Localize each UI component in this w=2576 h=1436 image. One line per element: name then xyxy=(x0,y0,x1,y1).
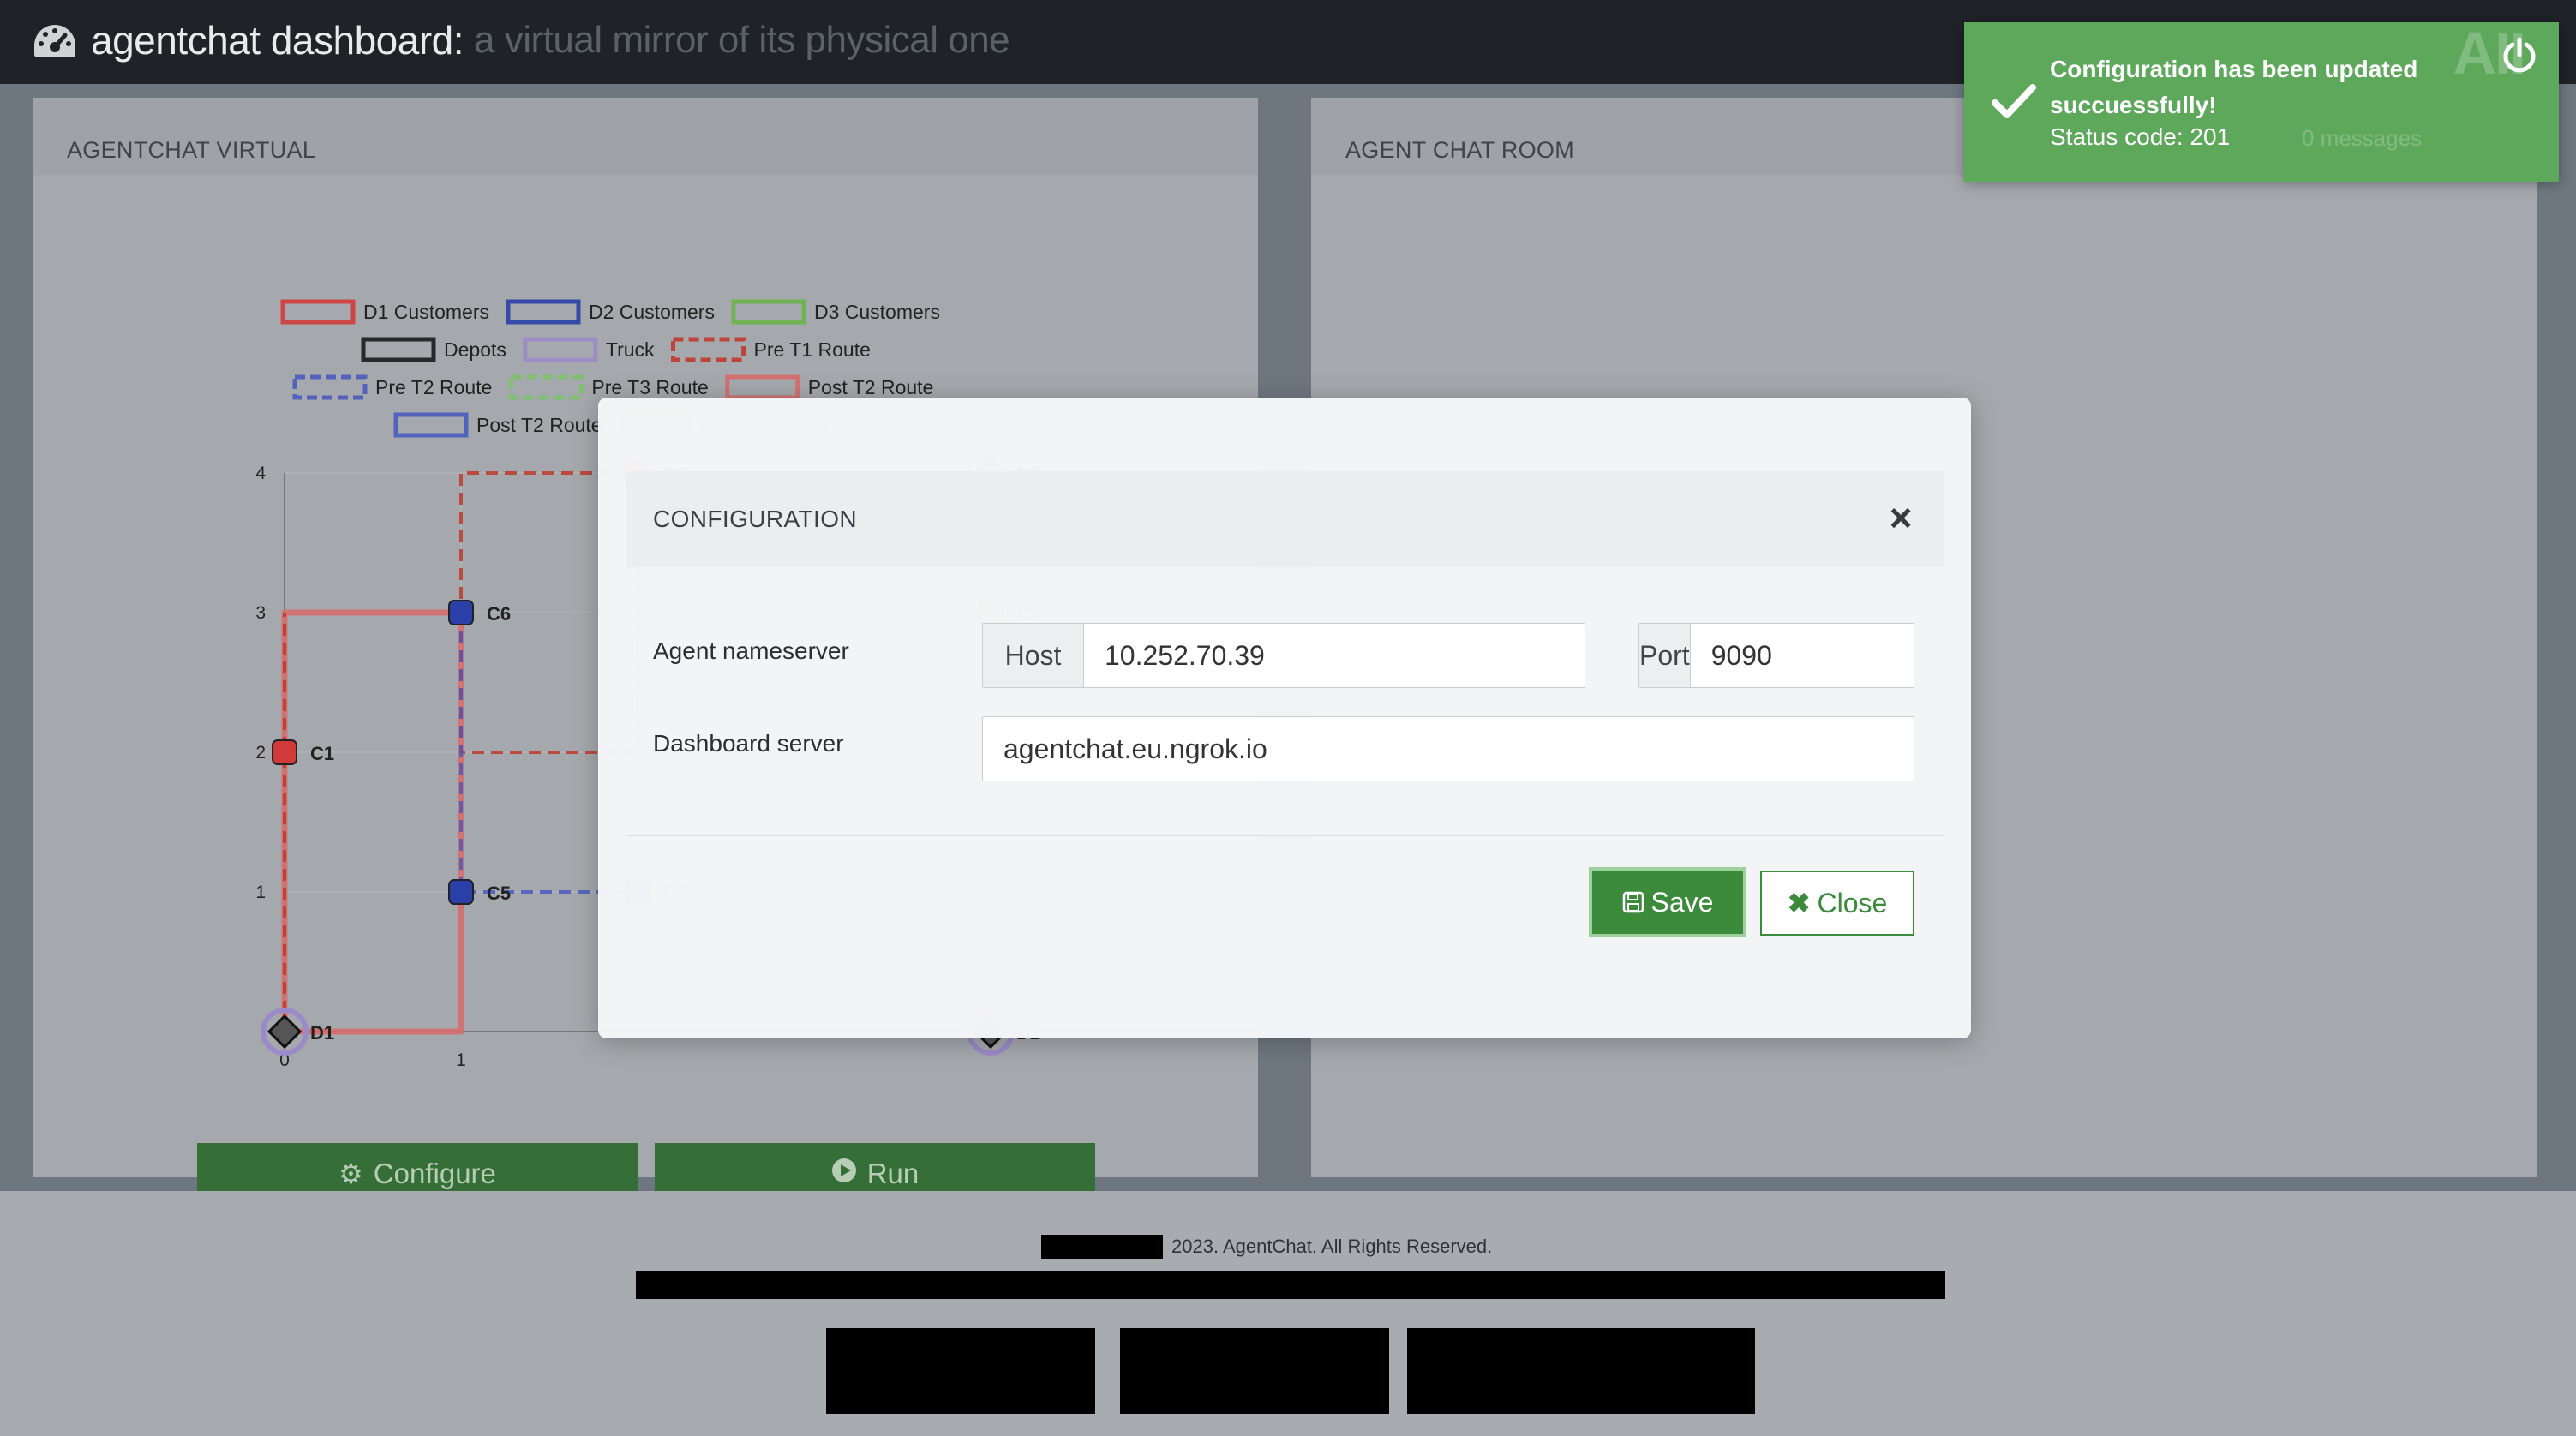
success-toast[interactable]: AII 0 messages Configuration has been up… xyxy=(1964,20,2559,182)
app-title: agentchat dashboard: xyxy=(91,18,464,63)
legend-swatch xyxy=(671,337,746,362)
floppy-disk-icon xyxy=(1622,891,1644,913)
point-label: C1 xyxy=(310,743,334,764)
dashboard-gauge-icon xyxy=(34,25,75,57)
x-tick-label: 1 xyxy=(456,1050,466,1070)
legend-swatch xyxy=(506,299,581,325)
legend-label: Pre T2 Route xyxy=(375,376,492,398)
customer-marker xyxy=(272,739,297,765)
ghost-messages-count: 0 messages xyxy=(2302,125,2423,151)
power-icon[interactable] xyxy=(2499,34,2540,75)
dashboard-input-group xyxy=(982,716,1914,781)
y-tick-label: 2 xyxy=(255,743,266,763)
modal-divider xyxy=(626,835,1944,836)
port-input[interactable] xyxy=(1690,624,2071,687)
legend-label: D1 Customers xyxy=(363,301,489,323)
redacted-footer-box xyxy=(1120,1328,1389,1414)
redacted-block xyxy=(1041,1235,1163,1259)
point-label: C6 xyxy=(487,603,511,625)
close-button-label: Close xyxy=(1817,887,1888,918)
modal-header: CONFIGURATION × xyxy=(626,471,1944,567)
legend-label: Pre T3 Route xyxy=(591,376,708,398)
y-tick-label: 3 xyxy=(255,603,266,623)
legend-swatch xyxy=(523,337,598,362)
footer: 2023. AgentChat. All Rights Reserved. xyxy=(0,1191,2576,1436)
legend-swatch xyxy=(280,299,356,325)
run-button-label: Run xyxy=(866,1158,920,1189)
legend-swatch xyxy=(731,299,806,325)
gear-icon: ⚙ xyxy=(338,1158,363,1189)
copyright: 2023. AgentChat. All Rights Reserved. xyxy=(1041,1234,1492,1259)
close-x-icon[interactable]: × xyxy=(1884,498,1918,537)
dashboard-server-label: Dashboard server xyxy=(653,730,844,757)
customer-marker xyxy=(448,600,474,625)
toast-status: Status code: 201 xyxy=(2050,123,2231,150)
legend-swatch xyxy=(393,412,469,438)
copyright-text: 2023. AgentChat. All Rights Reserved. xyxy=(1171,1236,1493,1257)
redacted-footer-box xyxy=(826,1328,1095,1414)
legend-label: Post T2 Route xyxy=(808,376,934,398)
legend-label: Pre T1 Route xyxy=(754,338,871,361)
y-tick-label: 4 xyxy=(255,464,266,483)
legend-swatch xyxy=(508,374,584,400)
host-input-group: Host xyxy=(982,623,1585,688)
configure-button-label: Configure xyxy=(373,1158,496,1189)
y-tick-label: 1 xyxy=(255,883,266,902)
configuration-modal: CONFIGURATION × Agent nameserver Host Po… xyxy=(598,398,2071,1038)
legend-label: Truck xyxy=(606,338,655,361)
host-addon: Host xyxy=(983,624,1084,687)
point-label: C5 xyxy=(487,883,511,904)
point-label: D1 xyxy=(310,1022,334,1044)
port-addon: Port xyxy=(1639,624,1691,687)
save-button-label: Save xyxy=(1650,886,1714,918)
legend-label: D3 Customers xyxy=(814,301,940,323)
legend-label: D2 Customers xyxy=(589,301,715,323)
post-t2-route-line xyxy=(281,609,464,1035)
virtual-panel-title: AGENTCHAT VIRTUAL xyxy=(33,98,1258,175)
redacted-footer-box xyxy=(1407,1328,1755,1414)
legend-label: Post T2 Route xyxy=(476,414,602,436)
brand[interactable]: agentchat dashboard: a virtual mirror of… xyxy=(31,14,1010,67)
checkmark-icon xyxy=(1992,84,2036,118)
legend-label: Depots xyxy=(444,338,506,361)
app-subtitle: a virtual mirror of its physical one xyxy=(474,19,1010,61)
host-input[interactable] xyxy=(1084,624,1585,687)
toast-message: Configuration has been updated succuessf… xyxy=(2050,56,2418,118)
play-circle-icon xyxy=(831,1158,857,1190)
redacted-bar xyxy=(636,1271,1945,1299)
depot-marker xyxy=(267,1014,303,1050)
legend-swatch xyxy=(361,337,436,362)
port-input-group: Port xyxy=(1638,623,2071,688)
nameserver-label: Agent nameserver xyxy=(653,637,849,664)
customer-marker xyxy=(448,879,474,905)
close-button[interactable]: ✖ Close xyxy=(1760,871,1914,936)
legend-swatch xyxy=(292,374,368,400)
dashboard-server-input[interactable] xyxy=(983,717,1914,781)
legend-swatch xyxy=(725,374,800,400)
modal-title: CONFIGURATION xyxy=(653,506,858,532)
x-icon: ✖ xyxy=(1787,888,1811,918)
save-button[interactable]: Save xyxy=(1589,867,1746,937)
